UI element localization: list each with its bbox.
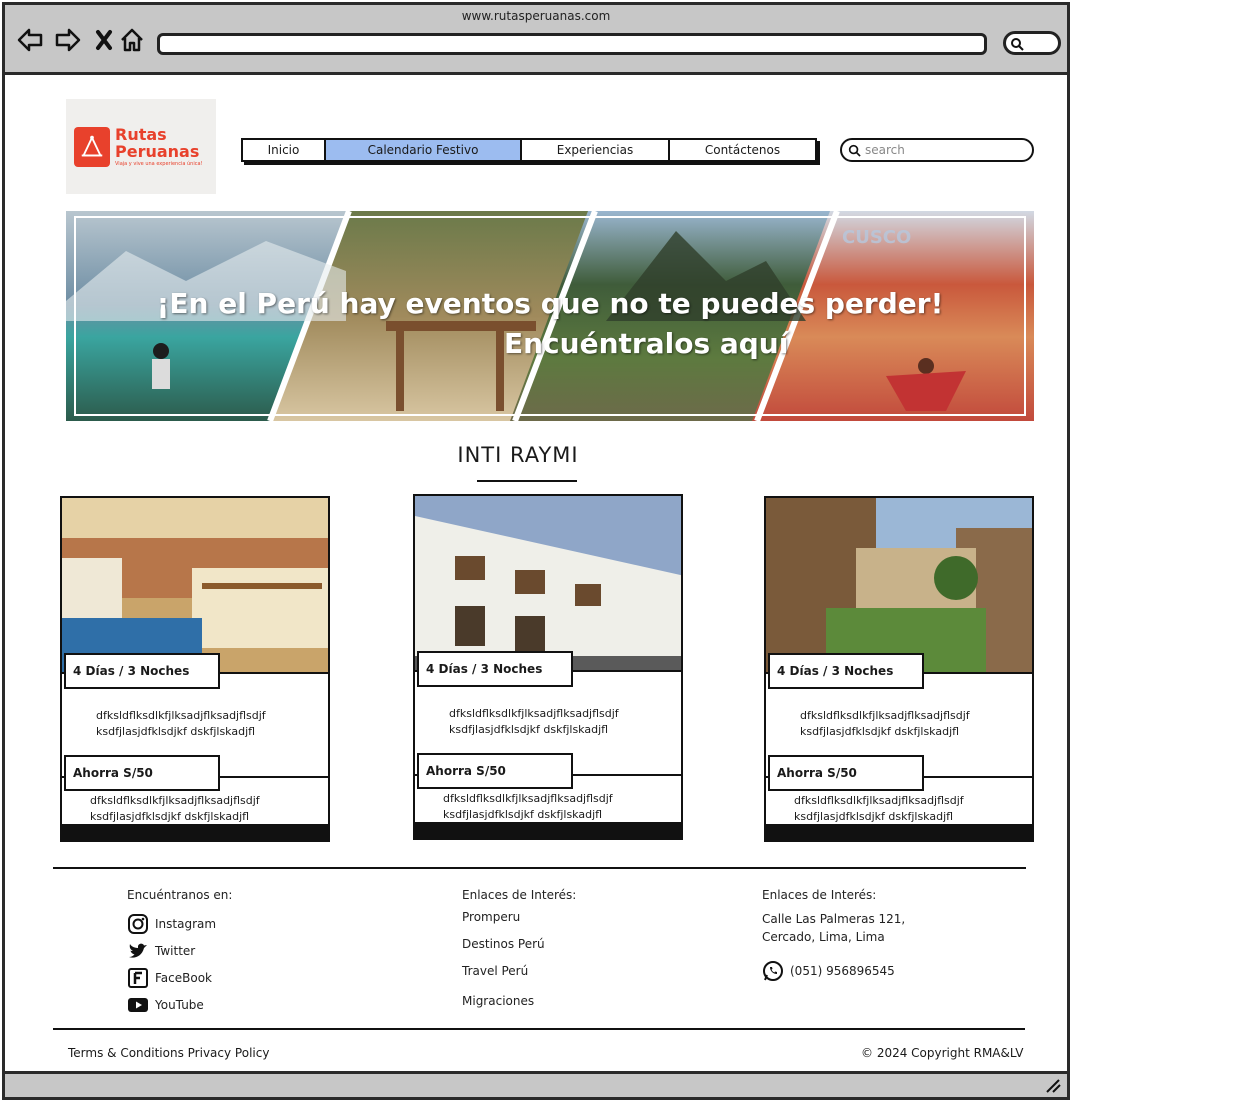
package-card[interactable]: 4 Días / 3 Noches dfksldflksdlkfjlksadjf… (764, 496, 1034, 842)
package-card[interactable]: 4 Días / 3 Noches dfksldflksdlkfjlksadjf… (60, 496, 330, 842)
footer-social: Encuéntranos en: Instagram Twitter FaceB… (127, 888, 232, 1018)
site-search (840, 138, 1034, 162)
card-description: dfksldflksdlkfjlksadjflksadjflsdjf ksdfj… (96, 709, 266, 738)
card-description: dfksldflksdlkfjlksadjflksadjflsdjf ksdfj… (800, 709, 970, 738)
footer-link-label: Twitter (155, 943, 196, 958)
nav-item-inicio[interactable]: Inicio (243, 140, 326, 160)
card-footer-bar (415, 822, 681, 838)
footer-link-youtube[interactable]: YouTube (127, 991, 232, 1018)
duration-tag: 4 Días / 3 Noches (417, 651, 573, 687)
footer-social-heading: Encuéntranos en: (127, 888, 233, 902)
youtube-icon (128, 997, 148, 1012)
footer-link-promperu[interactable]: Promperu (462, 910, 576, 937)
browser-search-box[interactable] (1003, 31, 1061, 55)
footer-link-migraciones[interactable]: Migraciones (462, 994, 576, 1021)
whatsapp-icon (763, 961, 783, 981)
search-input[interactable] (865, 143, 1025, 157)
contact-phone[interactable]: (051) 956896545 (762, 960, 905, 982)
address-bar[interactable] (157, 33, 987, 55)
footer-link-travel-peru[interactable]: Travel Perú (462, 964, 576, 991)
home-icon[interactable] (117, 25, 147, 55)
card-footer-bar (62, 824, 328, 840)
duration-tag: 4 Días / 3 Noches (768, 653, 924, 689)
nav-item-contactenos[interactable]: Contáctenos (670, 140, 815, 160)
legal-links[interactable]: Terms & Conditions Privacy Policy (68, 1046, 269, 1060)
card-price-description: dfksldflksdlkfjlksadjflksadjflsdjf ksdfj… (794, 794, 964, 823)
section-underline (477, 480, 577, 482)
nav-item-calendario-festivo[interactable]: Calendario Festivo (326, 140, 522, 160)
hero-watermark: CUSCO (842, 227, 912, 248)
footer-link-label: Instagram (155, 916, 217, 931)
contact-address-line1: Calle Las Palmeras 121, (762, 912, 906, 926)
card-description: dfksldflksdlkfjlksadjflksadjflsdjf ksdfj… (449, 707, 619, 736)
forward-arrow-icon[interactable] (53, 25, 83, 55)
footer-divider-bottom (53, 1028, 1025, 1030)
footer-contact: Enlaces de Interés: Calle Las Palmeras 1… (762, 888, 905, 982)
logo-line2: Peruanas (115, 141, 200, 161)
card-price-description: dfksldflksdlkfjlksadjflksadjflsdjf ksdfj… (443, 792, 613, 821)
footer-link-facebook[interactable]: FaceBook (127, 964, 232, 991)
card-price-description: dfksldflksdlkfjlksadjflksadjflsdjf ksdfj… (90, 794, 260, 823)
logo-tagline: Viaja y vive una experiencia única! (115, 160, 203, 167)
duration-tag: 4 Días / 3 Noches (64, 653, 220, 689)
footer-links: Enlaces de Interés: Promperu Destinos Pe… (462, 888, 576, 1021)
footer-link-instagram[interactable]: Instagram (127, 910, 232, 937)
browser-toolbar: www.rutasperuanas.com (5, 5, 1067, 75)
close-icon[interactable] (89, 25, 119, 55)
main-nav: Inicio Calendario Festivo Experiencias C… (241, 138, 817, 162)
search-icon (1011, 38, 1024, 51)
logo-line1: Rutas (115, 124, 167, 144)
card-footer-bar (766, 824, 1032, 840)
hero-banner[interactable]: CUSCO ¡En el Perú hay eventos que no te … (66, 211, 1034, 421)
footer-link-label: FaceBook (155, 970, 212, 985)
hotel-photo (415, 496, 681, 670)
price-tag: Ahorra S/50 (768, 755, 924, 791)
search-icon (848, 144, 861, 157)
back-arrow-icon[interactable] (15, 25, 45, 55)
footer-link-label: YouTube (155, 997, 204, 1012)
instagram-icon (128, 913, 148, 934)
twitter-icon (129, 943, 147, 958)
footer-link-twitter[interactable]: Twitter (127, 937, 232, 964)
resize-handle-icon[interactable] (1045, 1079, 1061, 1093)
footer-contact-heading: Enlaces de Interés: (762, 888, 877, 902)
price-tag: Ahorra S/50 (64, 755, 220, 791)
hotel-photo (62, 498, 328, 672)
copyright: © 2024 Copyright RMA&LV (861, 1046, 1024, 1060)
hotel-photo (766, 498, 1032, 672)
site-logo[interactable]: Rutas Peruanas Viaja y vive una experien… (66, 99, 216, 194)
footer-links-heading: Enlaces de Interés: (462, 888, 577, 902)
bell-logo-icon (74, 126, 110, 167)
browser-url-title: www.rutasperuanas.com (461, 9, 611, 23)
facebook-icon (128, 967, 148, 988)
package-card[interactable]: 4 Días / 3 Noches dfksldflksdlkfjlksadjf… (413, 494, 683, 840)
footer-divider-top (53, 867, 1026, 869)
contact-address-line2: Cercado, Lima, Lima (762, 930, 885, 944)
nav-item-experiencias[interactable]: Experiencias (522, 140, 670, 160)
price-tag: Ahorra S/50 (417, 753, 573, 789)
hero-subheadline: Encuéntralos aquí (504, 327, 789, 360)
hero-headline: ¡En el Perú hay eventos que no te puedes… (156, 287, 944, 320)
section-title: INTI RAYMI (457, 443, 579, 467)
browser-status-bar (5, 1071, 1067, 1097)
footer-link-destinos-peru[interactable]: Destinos Perú (462, 937, 576, 964)
contact-phone-number: (051) 956896545 (790, 964, 895, 978)
